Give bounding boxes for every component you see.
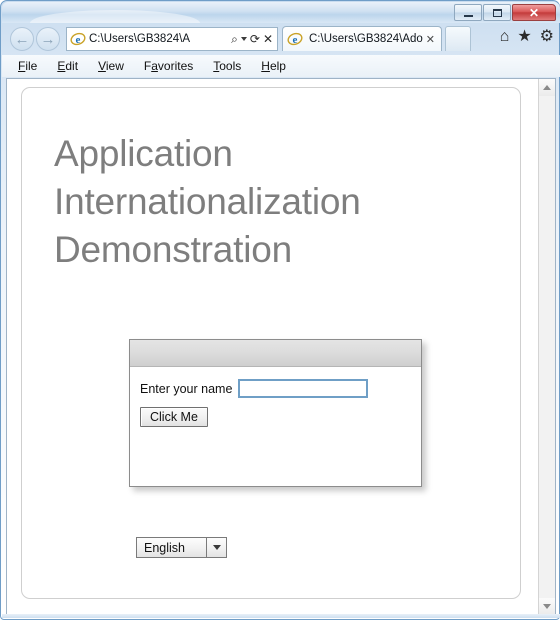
address-bar[interactable]: e C:\Users\GB3824\A ⌕ ⟳ ✕ xyxy=(66,27,278,51)
menu-item-tools[interactable]: Tools xyxy=(213,60,241,72)
back-button[interactable]: ← xyxy=(10,27,34,51)
browser-window: ✕ ← → e C:\Users\GB3824\A ⌕ ⟳ ✕ e C:\Use… xyxy=(0,0,560,620)
menu-item-view[interactable]: View xyxy=(98,60,124,72)
page-viewport: Application Internationalization Demonst… xyxy=(6,78,556,616)
minimize-icon xyxy=(463,14,473,17)
minimize-button[interactable] xyxy=(454,4,482,21)
menu-rest-edit: dit xyxy=(65,59,79,73)
menu-item-help[interactable]: Help xyxy=(261,60,286,72)
chevron-down-icon xyxy=(212,545,221,550)
up-arrow-icon xyxy=(543,85,551,90)
refresh-icon[interactable]: ⟳ xyxy=(250,33,260,45)
close-button[interactable]: ✕ xyxy=(512,4,556,21)
navigation-bar: ← → e C:\Users\GB3824\A ⌕ ⟳ ✕ e C:\Users… xyxy=(2,23,560,55)
language-select-value[interactable]: English xyxy=(136,537,206,558)
menu-item-edit[interactable]: Edit xyxy=(57,60,78,72)
window-bottom-strip xyxy=(2,614,560,618)
menu-item-favorites[interactable]: Favorites xyxy=(144,60,193,72)
scrollbar-down-button[interactable] xyxy=(539,598,555,615)
toolbar-icons: ⌂ ★ ⚙ xyxy=(500,29,554,45)
gear-icon[interactable]: ⚙ xyxy=(540,29,554,45)
svg-text:e: e xyxy=(76,34,81,46)
forward-button[interactable]: → xyxy=(36,27,60,51)
menu-rest-help: elp xyxy=(269,59,286,73)
click-me-button[interactable]: Click Me xyxy=(140,407,208,427)
page-title: Application Internationalization Demonst… xyxy=(54,133,361,270)
svg-text:e: e xyxy=(293,34,298,46)
name-field-row: Enter your name xyxy=(140,379,421,398)
panel-body: Enter your name Click Me xyxy=(130,367,421,427)
language-select[interactable]: English xyxy=(136,537,227,558)
language-select-arrow-button[interactable] xyxy=(206,537,227,558)
search-icon[interactable]: ⌕ xyxy=(231,33,238,45)
menu-accel-view: V xyxy=(98,59,106,73)
internet-explorer-icon: e xyxy=(70,31,86,47)
new-tab-button[interactable] xyxy=(445,26,471,51)
name-field-label: Enter your name xyxy=(140,381,233,396)
name-input[interactable] xyxy=(238,379,369,398)
favorites-star-icon[interactable]: ★ xyxy=(517,29,531,45)
page-content-card: Application Internationalization Demonst… xyxy=(21,87,521,599)
menu-accel-help: H xyxy=(261,59,270,73)
title-bar: ✕ xyxy=(2,2,560,23)
maximize-icon xyxy=(492,8,502,17)
address-bar-icons: ⌕ ⟳ ✕ xyxy=(231,33,275,45)
scrollbar-up-button[interactable] xyxy=(539,79,555,96)
forward-arrow-icon: → xyxy=(40,30,56,48)
menu-rest-file: ile xyxy=(25,59,38,73)
chevron-down-icon[interactable] xyxy=(240,37,247,41)
down-arrow-icon xyxy=(543,604,551,609)
maximize-button[interactable] xyxy=(483,4,511,21)
tab-favicon-icon: e xyxy=(287,31,303,47)
window-controls: ✕ xyxy=(453,4,556,22)
home-icon[interactable]: ⌂ xyxy=(500,29,510,45)
stop-icon[interactable]: ✕ xyxy=(263,33,273,45)
menu-rest-favorites: vorites xyxy=(157,59,194,73)
menu-accel-favorites: a xyxy=(151,59,158,73)
address-text: C:\Users\GB3824\A xyxy=(89,33,190,45)
menu-rest-view: iew xyxy=(105,59,124,73)
browser-tab[interactable]: e C:\Users\GB3824\Ado... ✕ xyxy=(282,26,442,51)
menu-bar: File Edit View Favorites Tools Help xyxy=(2,55,560,77)
close-icon: ✕ xyxy=(528,5,540,20)
menu-item-file[interactable]: File xyxy=(18,60,37,72)
panel-header-bar xyxy=(130,340,421,367)
tab-title: C:\Users\GB3824\Ado... xyxy=(309,33,423,45)
menu-rest-tools: ools xyxy=(219,59,242,73)
back-arrow-icon: ← xyxy=(14,30,30,48)
tab-close-icon[interactable]: ✕ xyxy=(423,33,438,46)
vertical-scrollbar[interactable] xyxy=(538,79,555,615)
name-form-panel: Enter your name Click Me xyxy=(129,339,422,487)
